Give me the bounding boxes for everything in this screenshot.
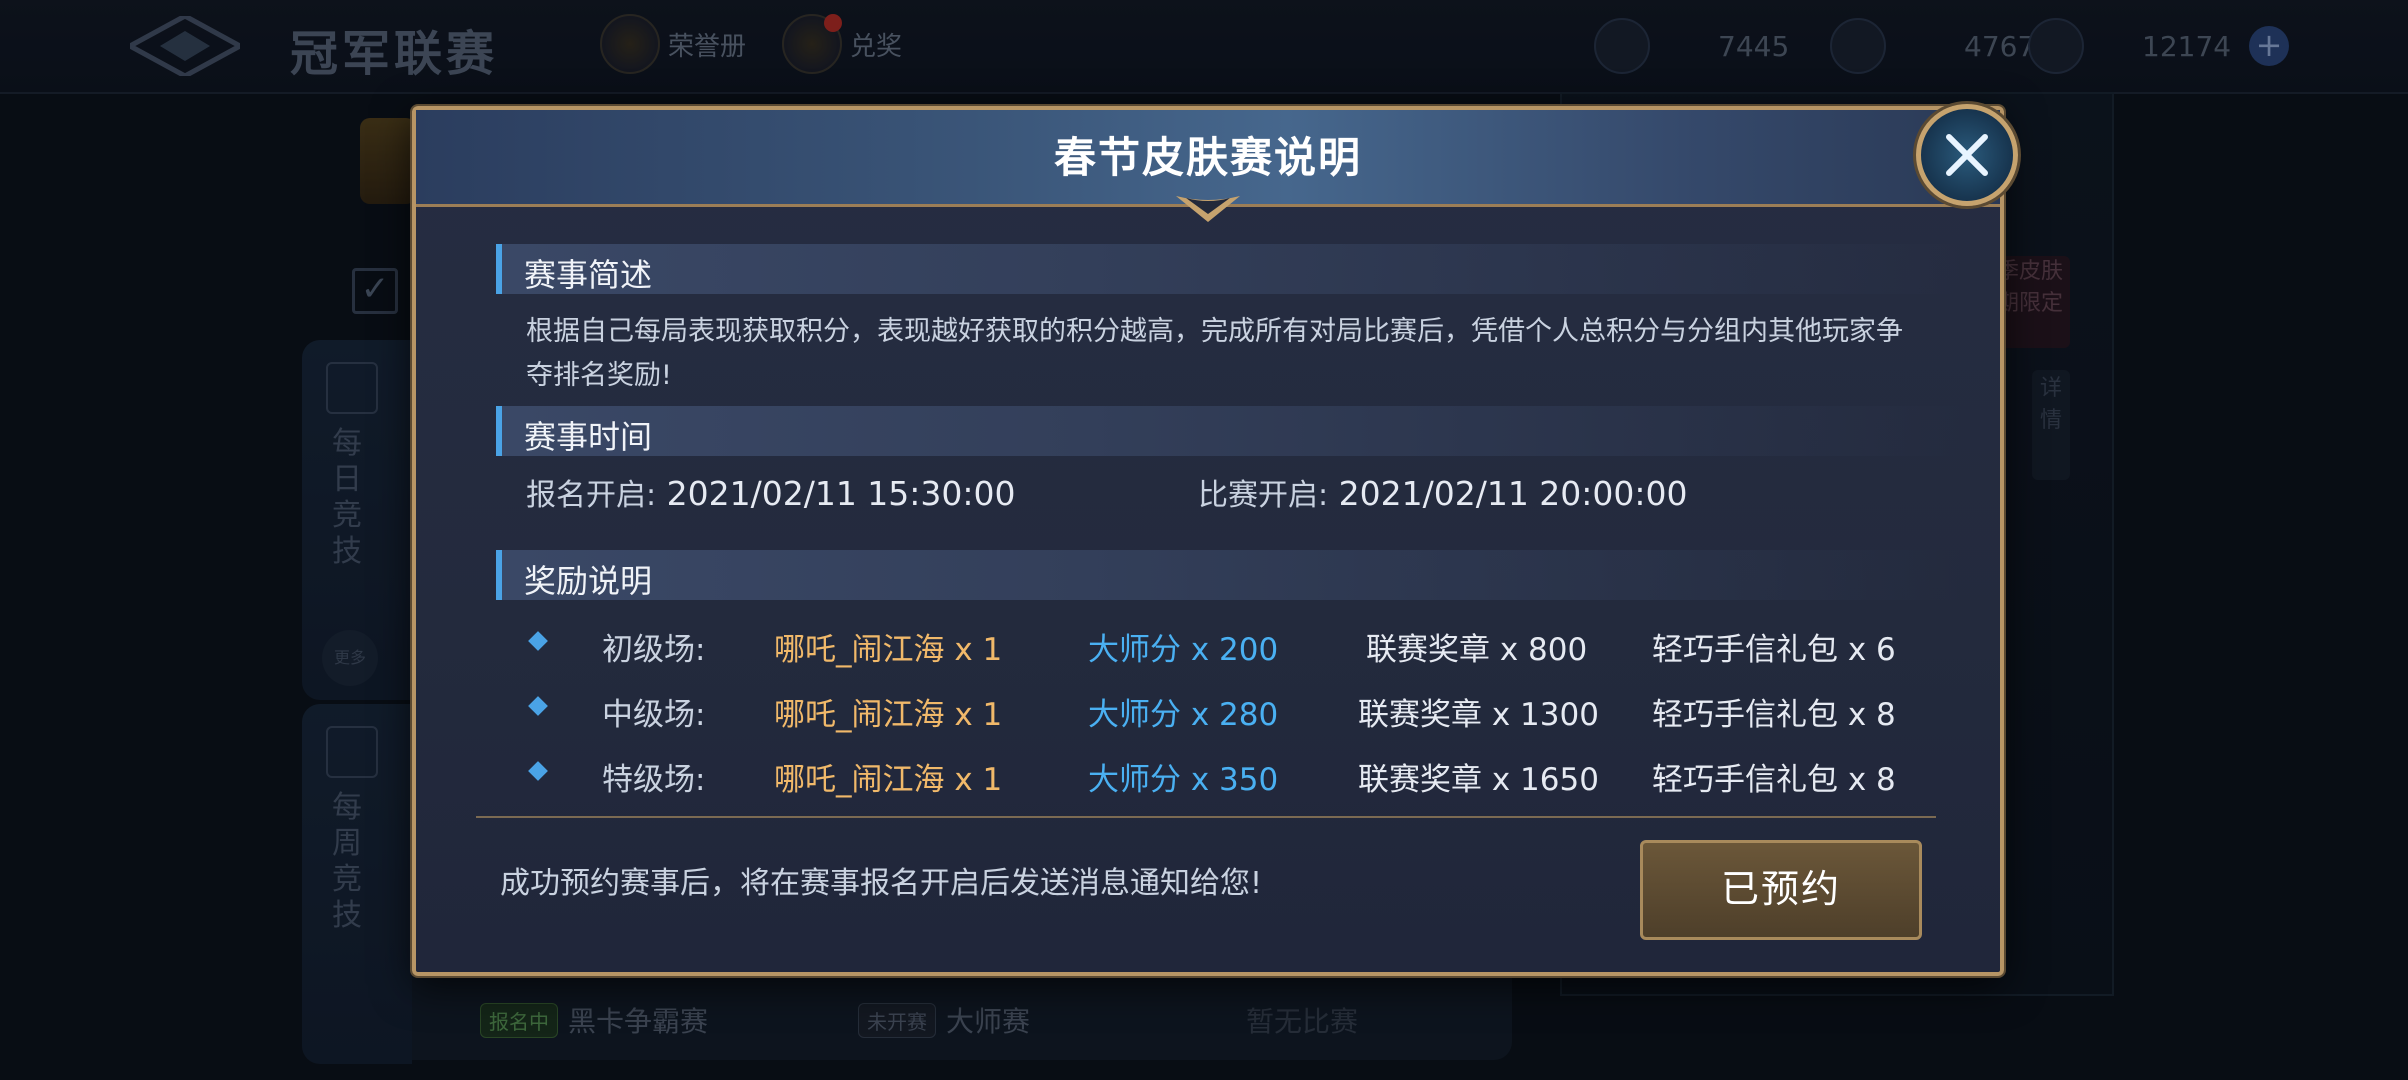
reward-master-points: 大师分 x 200 [1088,632,1279,668]
reward-skin: 哪吒_闹江海 x 1 [774,697,1003,733]
section-overview-header: 赛事简述 [496,244,1962,294]
match-time-label: 比赛开启: [1198,478,1329,513]
reservation-notice: 成功预约赛事后，将在赛事报名开启后发送消息通知给您! [500,866,1263,901]
reserved-button[interactable]: 已预约 [1640,840,1922,940]
close-icon [1946,134,1988,176]
reward-level: 中级场: [602,697,706,733]
event-info-dialog: 春节皮肤赛说明 赛事简述 根据自己每局表现获取积分，表现越好获取的积分越高，完成… [412,104,2018,976]
signup-time-label: 报名开启: [526,478,657,513]
reward-master-points: 大师分 x 350 [1088,762,1279,798]
diamond-bullet-icon [528,696,548,716]
reward-gift: 轻巧手信礼包 x 8 [1652,762,1896,798]
reward-skin: 哪吒_闹江海 x 1 [774,632,1003,668]
close-button[interactable] [1916,104,2018,206]
match-time-value: 2021/02/11 20:00:00 [1338,474,1688,513]
reward-level: 特级场: [602,762,706,798]
section-rewards-title: 奖励说明 [524,562,653,600]
reward-skin: 哪吒_闹江海 x 1 [774,762,1003,798]
signup-time-row: 报名开启: 2021/02/11 15:30:00 [526,470,1016,514]
signup-time-value: 2021/02/11 15:30:00 [666,474,1016,513]
reward-gift: 轻巧手信礼包 x 8 [1652,697,1896,733]
diamond-bullet-icon [528,631,548,651]
match-time-row: 比赛开启: 2021/02/11 20:00:00 [1198,470,1688,514]
divider [476,816,1936,818]
dialog-header: 春节皮肤赛说明 [416,110,2000,207]
event-description: 根据自己每局表现获取积分，表现越好获取的积分越高，完成所有对局比赛后，凭借个人总… [526,316,1903,391]
reward-level: 初级场: [602,632,706,668]
section-rewards-header: 奖励说明 [496,550,1962,600]
section-overview-title: 赛事简述 [524,256,653,294]
reward-row: 中级场: 哪吒_闹江海 x 1 大师分 x 280 联赛奖章 x 1300 轻巧… [416,685,2000,735]
reward-row: 初级场: 哪吒_闹江海 x 1 大师分 x 200 联赛奖章 x 800 轻巧手… [416,620,2000,670]
dialog-title: 春节皮肤赛说明 [1053,133,1362,182]
reward-medal: 联赛奖章 x 1650 [1358,762,1599,798]
reward-gift: 轻巧手信礼包 x 6 [1652,632,1896,668]
reward-medal: 联赛奖章 x 1300 [1358,697,1599,733]
reward-medal: 联赛奖章 x 800 [1366,632,1588,668]
ornament-icon [1176,196,1240,222]
reward-master-points: 大师分 x 280 [1088,697,1279,733]
section-time-title: 赛事时间 [524,418,653,456]
diamond-bullet-icon [528,761,548,781]
reward-row: 特级场: 哪吒_闹江海 x 1 大师分 x 350 联赛奖章 x 1650 轻巧… [416,750,2000,800]
section-time-header: 赛事时间 [496,406,1962,456]
